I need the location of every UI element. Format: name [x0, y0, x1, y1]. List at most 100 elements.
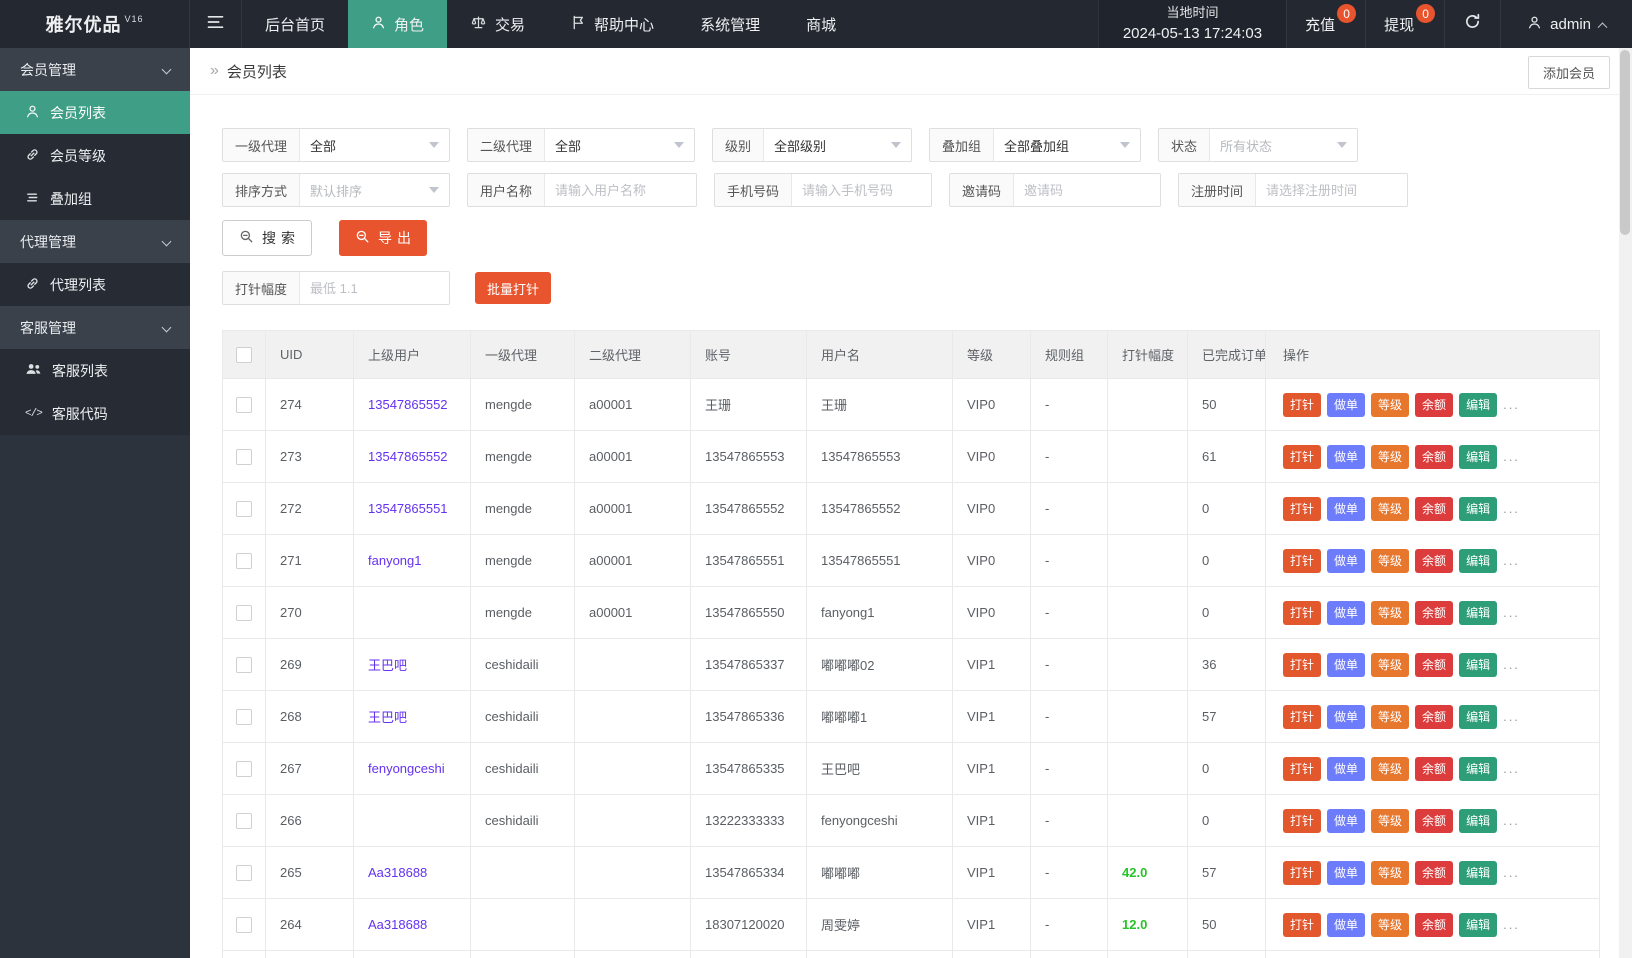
row-more-button[interactable]: ...: [1503, 761, 1520, 776]
action-make-order-button[interactable]: 做单: [1327, 912, 1366, 937]
row-checkbox[interactable]: [236, 760, 252, 777]
nav-item-home[interactable]: 后台首页: [242, 0, 348, 48]
action-make-order-button[interactable]: 做单: [1327, 600, 1366, 625]
nav-item-mall[interactable]: 商城: [783, 0, 859, 48]
row-more-button[interactable]: ...: [1503, 553, 1520, 568]
action-make-order-button[interactable]: 做单: [1327, 808, 1366, 833]
action-level-button[interactable]: 等级: [1371, 756, 1410, 781]
action-balance-button[interactable]: 余额: [1415, 392, 1454, 417]
row-checkbox[interactable]: [236, 656, 252, 673]
filter-status-select[interactable]: 状态 所有状态: [1158, 128, 1358, 162]
action-make-order-button[interactable]: 做单: [1327, 548, 1366, 573]
action-balance-button[interactable]: 余额: [1415, 600, 1454, 625]
row-checkbox[interactable]: [236, 500, 252, 517]
withdraw-button[interactable]: 提现 0: [1365, 0, 1444, 48]
row-more-button[interactable]: ...: [1503, 917, 1520, 932]
row-more-button[interactable]: ...: [1503, 449, 1520, 464]
nav-item-help-center[interactable]: 帮助中心: [548, 0, 677, 48]
action-make-order-button[interactable]: 做单: [1327, 496, 1366, 521]
action-make-order-button[interactable]: 做单: [1327, 392, 1366, 417]
cell-parent-user[interactable]: 13547865552: [353, 378, 471, 431]
row-checkbox[interactable]: [236, 552, 252, 569]
action-balance-button[interactable]: 余额: [1415, 548, 1454, 573]
action-edit-button[interactable]: 编辑: [1459, 704, 1498, 729]
action-balance-button[interactable]: 余额: [1415, 444, 1454, 469]
scrollbar-thumb[interactable]: [1620, 50, 1630, 235]
sidebar-group-agent-management[interactable]: 代理管理: [0, 220, 190, 263]
action-inject-button[interactable]: 打针: [1283, 444, 1322, 469]
select-all-checkbox[interactable]: [236, 346, 252, 363]
filter-stack-group-select[interactable]: 叠加组 全部叠加组: [929, 128, 1141, 162]
sidebar-item-member-list[interactable]: 会员列表: [0, 91, 190, 134]
action-level-button[interactable]: 等级: [1371, 808, 1410, 833]
cell-parent-user[interactable]: 13547865551: [353, 482, 471, 535]
cell-parent-user[interactable]: 王巴吧: [353, 638, 471, 691]
cell-parent-user[interactable]: Aa318688: [353, 846, 471, 899]
sidebar-item-agent-list[interactable]: 代理列表: [0, 263, 190, 306]
cell-parent-user[interactable]: fanyong1: [353, 534, 471, 587]
action-balance-button[interactable]: 余额: [1415, 860, 1454, 885]
action-make-order-button[interactable]: 做单: [1327, 704, 1366, 729]
row-more-button[interactable]: ...: [1503, 605, 1520, 620]
action-edit-button[interactable]: 编辑: [1459, 756, 1498, 781]
action-balance-button[interactable]: 余额: [1415, 756, 1454, 781]
action-make-order-button[interactable]: 做单: [1327, 756, 1366, 781]
sidebar-item-stack-group[interactable]: 叠加组: [0, 177, 190, 220]
cell-parent-user[interactable]: 13547865552: [353, 430, 471, 483]
register-time-input[interactable]: [1256, 174, 1407, 206]
action-inject-button[interactable]: 打针: [1283, 704, 1322, 729]
row-checkbox[interactable]: [236, 448, 252, 465]
sidebar-item-member-level[interactable]: 会员等级: [0, 134, 190, 177]
action-level-button[interactable]: 等级: [1371, 600, 1410, 625]
export-button[interactable]: 导出: [339, 220, 427, 256]
action-edit-button[interactable]: 编辑: [1459, 808, 1498, 833]
action-inject-button[interactable]: 打针: [1283, 652, 1322, 677]
row-more-button[interactable]: ...: [1503, 397, 1520, 412]
cell-parent-user[interactable]: 王巴吧: [353, 690, 471, 743]
cell-parent-user[interactable]: fenyongceshi: [353, 742, 471, 795]
action-inject-button[interactable]: 打针: [1283, 548, 1322, 573]
sidebar-item-service-code[interactable]: </> 客服代码: [0, 392, 190, 435]
sidebar-toggle-button[interactable]: [190, 0, 242, 48]
action-level-button[interactable]: 等级: [1371, 392, 1410, 417]
sidebar-group-member-management[interactable]: 会员管理: [0, 48, 190, 91]
filter-level-select[interactable]: 级别 全部级别: [712, 128, 912, 162]
nav-item-trade[interactable]: 交易: [447, 0, 548, 48]
action-make-order-button[interactable]: 做单: [1327, 652, 1366, 677]
row-checkbox[interactable]: [236, 812, 252, 829]
action-edit-button[interactable]: 编辑: [1459, 652, 1498, 677]
row-more-button[interactable]: ...: [1503, 865, 1520, 880]
action-balance-button[interactable]: 余额: [1415, 704, 1454, 729]
action-inject-button[interactable]: 打针: [1283, 756, 1322, 781]
action-edit-button[interactable]: 编辑: [1459, 392, 1498, 417]
action-edit-button[interactable]: 编辑: [1459, 912, 1498, 937]
sidebar-item-service-list[interactable]: 客服列表: [0, 349, 190, 392]
action-balance-button[interactable]: 余额: [1415, 496, 1454, 521]
action-level-button[interactable]: 等级: [1371, 496, 1410, 521]
phone-input[interactable]: [792, 174, 931, 206]
action-edit-button[interactable]: 编辑: [1459, 600, 1498, 625]
action-inject-button[interactable]: 打针: [1283, 860, 1322, 885]
action-make-order-button[interactable]: 做单: [1327, 860, 1366, 885]
username-input[interactable]: [545, 174, 696, 206]
action-inject-button[interactable]: 打针: [1283, 600, 1322, 625]
action-inject-button[interactable]: 打针: [1283, 808, 1322, 833]
cell-parent-user[interactable]: Aa318688: [353, 898, 471, 951]
search-button[interactable]: 搜索: [222, 220, 312, 256]
row-checkbox[interactable]: [236, 916, 252, 933]
row-more-button[interactable]: ...: [1503, 657, 1520, 672]
action-level-button[interactable]: 等级: [1371, 704, 1410, 729]
batch-inject-button[interactable]: 批量打针: [475, 272, 552, 304]
action-inject-button[interactable]: 打针: [1283, 392, 1322, 417]
filter-second-agent-select[interactable]: 二级代理 全部: [467, 128, 695, 162]
row-checkbox[interactable]: [236, 708, 252, 725]
action-edit-button[interactable]: 编辑: [1459, 860, 1498, 885]
row-checkbox[interactable]: [236, 396, 252, 413]
action-level-button[interactable]: 等级: [1371, 548, 1410, 573]
action-edit-button[interactable]: 编辑: [1459, 444, 1498, 469]
row-more-button[interactable]: ...: [1503, 709, 1520, 724]
inject-range-input[interactable]: [300, 272, 449, 304]
refresh-button[interactable]: [1444, 0, 1500, 48]
action-inject-button[interactable]: 打针: [1283, 912, 1322, 937]
action-level-button[interactable]: 等级: [1371, 444, 1410, 469]
